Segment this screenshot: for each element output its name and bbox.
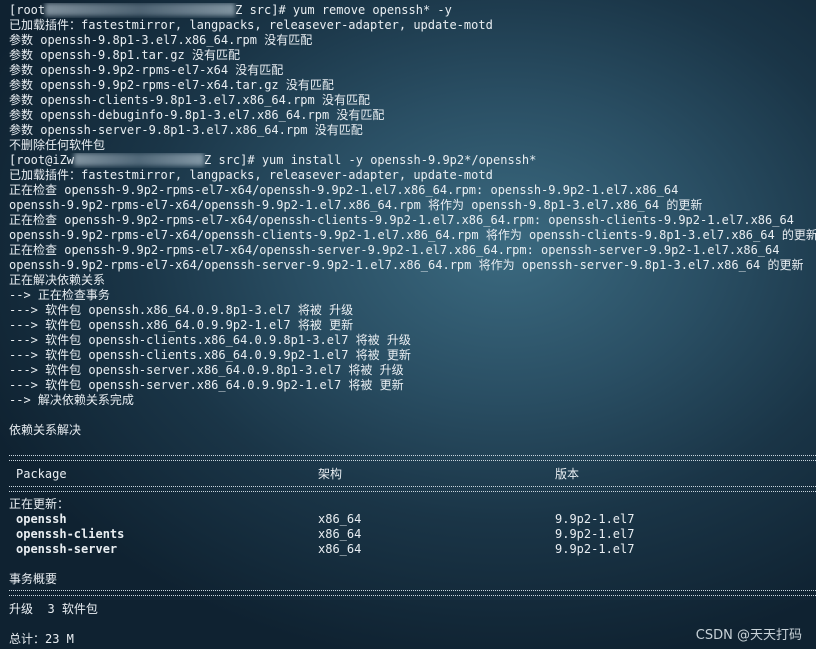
terminal-line: ---> 软件包 openssh-clients.x86_64.0.9.9p2-… xyxy=(9,348,411,362)
summary-rule xyxy=(9,590,816,596)
prompt-user: [root@iZw xyxy=(9,153,75,167)
terminal-line: 参数 openssh-clients-9.8p1-3.el7.x86_64.rp… xyxy=(9,93,370,107)
terminal-line: 参数 openssh-9.8p1-3.el7.x86_64.rpm 没有匹配 xyxy=(9,33,313,47)
row-version: 9.9p2-1.el7 xyxy=(555,512,635,526)
terminal-line: 正在检查 openssh-9.9p2-rpms-el7-x64/openssh-… xyxy=(9,243,780,257)
terminal-line: [root Z src]# yum remove openssh* -y xyxy=(9,3,452,18)
row-version: 9.9p2-1.el7 xyxy=(555,542,635,556)
terminal-line: ---> 软件包 openssh-clients.x86_64.0.9.8p1-… xyxy=(9,333,411,347)
csdn-watermark: CSDN @天天打码 xyxy=(695,628,802,643)
table-top-rule xyxy=(9,455,816,461)
row-package: openssh xyxy=(16,512,67,526)
terminal-line: ---> 软件包 openssh.x86_64.0.9.8p1-3.el7 将被… xyxy=(9,303,354,317)
terminal-line: ---> 软件包 openssh-server.x86_64.0.9.8p1-3… xyxy=(9,363,404,377)
command-text: Z src]# yum install -y openssh-9.9p2*/op… xyxy=(204,153,537,167)
terminal-line: openssh-9.9p2-rpms-el7-x64/openssh-clien… xyxy=(9,228,816,242)
terminal-line: 参数 openssh-9.9p2-rpms-el7-x64 没有匹配 xyxy=(9,63,284,77)
row-arch: x86_64 xyxy=(318,542,362,556)
terminal-line: openssh-9.9p2-rpms-el7-x64/openssh-serve… xyxy=(9,258,804,272)
terminal-line: 参数 openssh-debuginfo-9.8p1-3.el7.x86_64.… xyxy=(9,108,385,122)
terminal-line: 已加载插件：fastestmirror, langpacks, releasev… xyxy=(9,168,493,182)
terminal-line: 正在解决依赖关系 xyxy=(9,273,106,287)
terminal-line: 参数 openssh-9.9p2-rpms-el7-x64.tar.gz 没有匹… xyxy=(9,78,334,92)
row-package: openssh-clients xyxy=(16,527,125,541)
row-package: openssh-server xyxy=(16,542,118,556)
header-package: Package xyxy=(16,467,67,481)
terminal-line: openssh-9.9p2-rpms-el7-x64/openssh-9.9p2… xyxy=(9,198,703,212)
terminal-line: 正在检查 openssh-9.9p2-rpms-el7-x64/openssh-… xyxy=(9,213,794,227)
redacted-hostname xyxy=(74,153,205,166)
header-arch: 架构 xyxy=(318,467,343,481)
terminal-line: 不删除任何软件包 xyxy=(9,138,106,152)
terminal-line: --> 解决依赖关系完成 xyxy=(9,393,134,407)
terminal-line: 正在检查 openssh-9.9p2-rpms-el7-x64/openssh-… xyxy=(9,183,679,197)
terminal-line: 参数 openssh-9.8p1.tar.gz 没有匹配 xyxy=(9,48,240,62)
row-version: 9.9p2-1.el7 xyxy=(555,527,635,541)
terminal-window[interactable]: [root Z src]# yum remove openssh* -y 已加载插件… xyxy=(0,0,816,649)
terminal-line: --> 正在检查事务 xyxy=(9,288,110,302)
command-text: Z src]# yum remove openssh* -y xyxy=(235,3,452,17)
header-version: 版本 xyxy=(555,467,580,481)
terminal-line: ---> 软件包 openssh.x86_64.0.9.9p2-1.el7 将被… xyxy=(9,318,354,332)
row-arch: x86_64 xyxy=(318,527,362,541)
summary-total: 总计：23 M xyxy=(9,632,74,646)
section-label-updating: 正在更新： xyxy=(9,497,70,511)
summary-title: 事务概要 xyxy=(9,572,58,586)
summary-upgrade: 升级 3 软件包 xyxy=(9,602,98,616)
prompt-user: [root xyxy=(9,3,46,17)
table-header-rule xyxy=(9,486,816,492)
row-arch: x86_64 xyxy=(318,512,362,526)
terminal-line: [root@iZw Z src]# yum install -y openssh-… xyxy=(9,153,536,168)
redacted-hostname xyxy=(45,3,236,16)
terminal-line: 依赖关系解决 xyxy=(9,423,82,437)
terminal-line: ---> 软件包 openssh-server.x86_64.0.9.9p2-1… xyxy=(9,378,404,392)
terminal-line: 已加载插件：fastestmirror, langpacks, releasev… xyxy=(9,18,493,32)
terminal-line: 参数 openssh-server-9.8p1-3.el7.x86_64.rpm… xyxy=(9,123,363,137)
